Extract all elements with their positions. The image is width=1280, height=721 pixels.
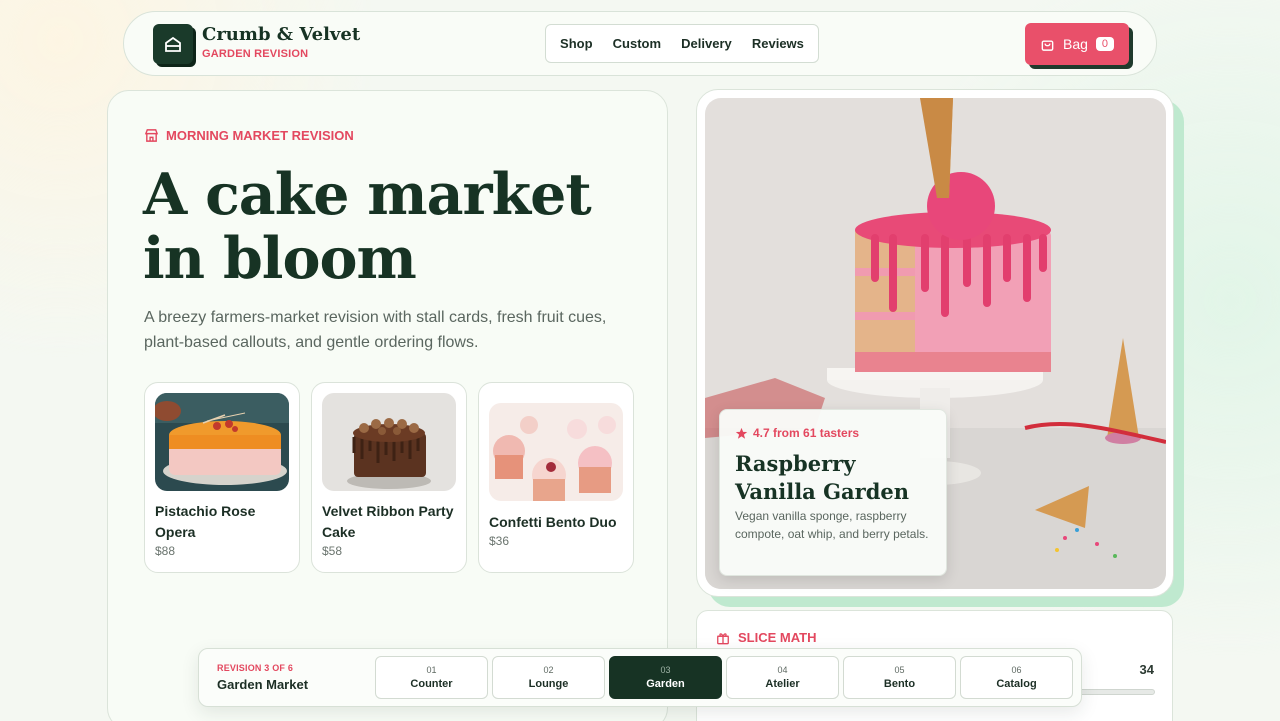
revision-counter: REVISION 3 OF 6: [217, 663, 294, 673]
featured-cake-description: Vegan vanilla sponge, raspberry compote,…: [735, 509, 929, 541]
market-stall-icon: [144, 129, 159, 142]
product-image-pistachio: [155, 393, 289, 491]
featured-cake-callout: 4.7 from 61 tasters Raspberry Vanilla Ga…: [719, 409, 947, 576]
product-price: $58: [322, 544, 343, 558]
hero-description: A breezy farmers-market revision with st…: [144, 309, 607, 351]
hero-eyebrow-text: MORNING MARKET REVISION: [166, 128, 354, 143]
product-image-velvet-ribbon: [322, 393, 456, 491]
hero-title-line-1: A cake market: [143, 161, 592, 228]
product-name: Velvet Ribbon Party Cake: [322, 503, 454, 540]
product-card-confetti-bento[interactable]: Confetti Bento Duo $36: [478, 382, 634, 573]
step-label: Counter: [410, 678, 453, 690]
revision-step-atelier[interactable]: 04 Atelier: [726, 656, 839, 699]
hero-title: A cake market in bloom: [143, 163, 643, 291]
top-nav: Crumb & Velvet GARDEN REVISION Shop Cust…: [123, 11, 1157, 76]
bag-label: Bag: [1063, 36, 1088, 52]
revision-step-counter[interactable]: 01 Counter: [375, 656, 488, 699]
hero-panel: MORNING MARKET REVISION A cake market in…: [107, 90, 668, 721]
gift-icon: [717, 632, 729, 644]
step-number: 03: [660, 665, 671, 675]
brand-subtitle: GARDEN REVISION: [202, 48, 309, 60]
revision-step-garden[interactable]: 03 Garden: [609, 656, 722, 699]
step-number: 02: [543, 665, 554, 675]
slice-slider[interactable]: [1077, 689, 1155, 695]
product-card-pistachio[interactable]: Pistachio Rose Opera $88: [144, 382, 300, 573]
product-list: Pistachio Rose Opera $88 Velvet Ribbon P…: [144, 382, 634, 573]
step-number: 06: [1011, 665, 1022, 675]
revision-step-lounge[interactable]: 02 Lounge: [492, 656, 605, 699]
product-card-velvet-ribbon[interactable]: Velvet Ribbon Party Cake $58: [311, 382, 467, 573]
step-label: Catalog: [996, 678, 1037, 690]
featured-cake-card[interactable]: 4.7 from 61 tasters Raspberry Vanilla Ga…: [696, 89, 1174, 597]
revision-steps: 01 Counter 02 Lounge 03 Garden 04 Atelie…: [375, 656, 1073, 699]
revision-switcher: REVISION 3 OF 6 Garden Market 01 Counter…: [198, 648, 1082, 707]
step-label: Atelier: [765, 678, 800, 690]
slice-math-value: 34: [1139, 662, 1154, 677]
step-number: 01: [426, 665, 437, 675]
revision-name: Garden Market: [217, 677, 309, 692]
star-icon: [735, 427, 748, 439]
revision-step-catalog[interactable]: 06 Catalog: [960, 656, 1073, 699]
revision-step-bento[interactable]: 05 Bento: [843, 656, 956, 699]
bag-button[interactable]: Bag 0: [1025, 23, 1129, 65]
slice-math-header: SLICE MATH: [716, 630, 816, 645]
product-price: $36: [489, 534, 510, 548]
rating: 4.7 from 61 tasters: [735, 426, 859, 440]
menu-item-custom[interactable]: Custom: [613, 36, 661, 51]
menu-item-shop[interactable]: Shop: [560, 36, 593, 51]
menu-item-reviews[interactable]: Reviews: [752, 36, 804, 51]
product-image-confetti-bento: [489, 403, 623, 501]
bag-count-badge: 0: [1095, 37, 1115, 51]
menu-item-delivery[interactable]: Delivery: [681, 36, 732, 51]
logo-cake-icon[interactable]: [153, 24, 193, 64]
step-label: Garden: [646, 678, 685, 690]
step-number: 05: [894, 665, 905, 675]
featured-cake-title: Raspberry Vanilla Garden: [735, 451, 910, 504]
product-name: Confetti Bento Duo: [489, 514, 617, 530]
brand-name: Crumb & Velvet: [202, 24, 361, 45]
slice-math-label: SLICE MATH: [738, 630, 817, 645]
main-menu: Shop Custom Delivery Reviews: [545, 24, 819, 63]
hero-eyebrow: MORNING MARKET REVISION: [144, 128, 354, 143]
step-label: Lounge: [528, 678, 569, 690]
product-name: Pistachio Rose Opera: [155, 503, 256, 540]
step-number: 04: [777, 665, 788, 675]
product-price: $88: [155, 544, 176, 558]
step-label: Bento: [883, 678, 916, 690]
rating-text: 4.7 from 61 tasters: [753, 426, 860, 440]
bag-icon: [1041, 40, 1054, 51]
hero-title-line-2: in bloom: [143, 225, 417, 292]
